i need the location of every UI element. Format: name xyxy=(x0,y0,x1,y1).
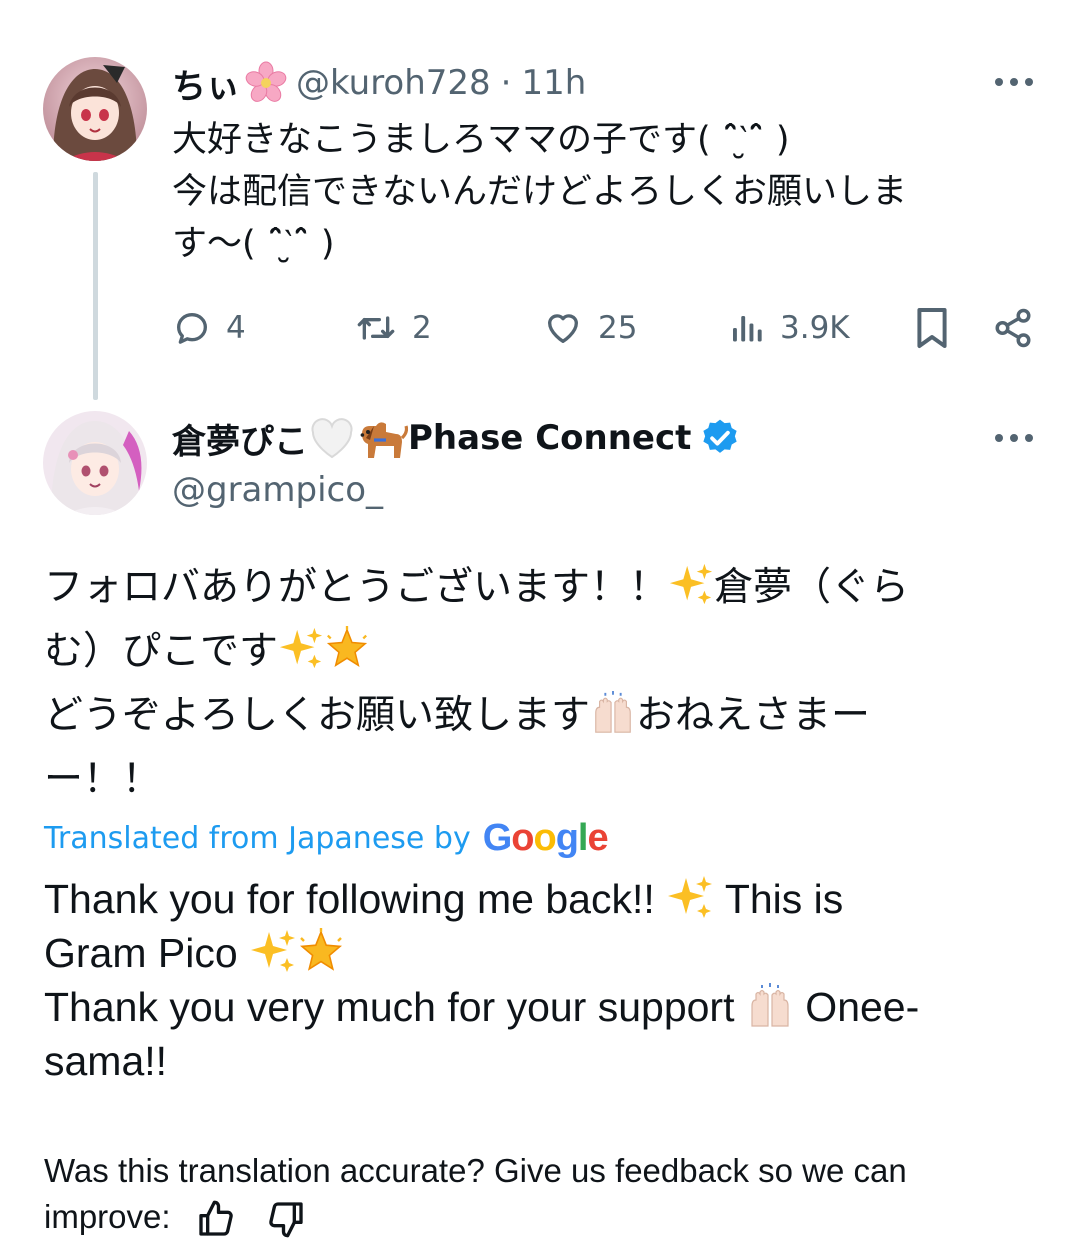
translation-segment: Onee- xyxy=(805,984,920,1030)
google-letter: g xyxy=(555,816,579,859)
translation-attribution: Translated from Japanese by Google xyxy=(44,814,609,862)
repost-arrows-icon xyxy=(357,316,395,340)
like-button[interactable]: 25 xyxy=(542,300,637,356)
reply-count: 4 xyxy=(226,310,246,346)
speech-bubble-icon xyxy=(177,313,207,344)
feedback-prompt-end: improve: xyxy=(44,1198,171,1235)
translation-feedback: Was this translation accurate? Give us f… xyxy=(44,1148,1044,1240)
more-dots-icon xyxy=(995,434,1003,442)
raising-hands-icon xyxy=(595,690,631,733)
original-text-segment: フォロバありがとうございます！！ xyxy=(44,565,669,610)
thumbs-up-icon xyxy=(199,1200,233,1236)
reply-text-line: す〜( ˆ̑‵̮ˆ̑ ) xyxy=(172,224,335,264)
reply-text-line: 今は配信できないんだけどよろしくお願いしま xyxy=(172,172,908,212)
google-letter: o xyxy=(511,816,534,859)
raising-hands-icon xyxy=(751,983,789,1027)
thumbs-up-button[interactable] xyxy=(196,1199,236,1239)
reply-timestamp[interactable]: 11h xyxy=(521,63,586,103)
translation-segment: sama!! xyxy=(44,1038,168,1084)
bookmark-button[interactable] xyxy=(914,300,950,356)
translation-segment: Gram Pico xyxy=(44,930,238,976)
sparkles-icon xyxy=(251,930,296,972)
original-text-segment: ー！！ xyxy=(44,757,162,802)
google-letter: G xyxy=(482,816,513,859)
main-author-handle[interactable]: @grampico_ xyxy=(172,470,383,510)
views-count: 3.9K xyxy=(780,310,850,346)
heart-icon xyxy=(548,314,578,343)
main-tweet-original-text: フォロバありがとうございます！！ 倉夢（ぐら む）ぴこです どうぞよろしくお願い致… xyxy=(44,556,1044,812)
thumbs-down-icon xyxy=(268,1202,303,1238)
thumbs-down-button[interactable] xyxy=(266,1199,306,1239)
reply-more-options-button[interactable] xyxy=(992,72,1036,92)
main-author-affiliation[interactable]: Phase Connect xyxy=(408,418,691,458)
original-text-segment: 倉夢（ぐら xyxy=(714,565,910,610)
reply-text-line: 大好きなこうましろママの子です( ˆ̑‵̮ˆ̑ ) xyxy=(172,120,790,160)
reply-button[interactable]: 4 xyxy=(172,300,246,356)
white-heart-icon xyxy=(311,418,353,459)
original-text-segment: どうぞよろしくお願い致します xyxy=(44,693,591,738)
repost-button[interactable]: 2 xyxy=(354,300,432,356)
main-tweet-translation: Thank you for following me back!! This i… xyxy=(44,872,1044,1088)
original-text-segment: む）ぴこです xyxy=(44,629,279,674)
cherry-blossom-icon xyxy=(245,61,287,102)
glowing-star-icon xyxy=(300,928,343,971)
dog-icon xyxy=(360,422,408,458)
reply-tweet-text: 大好きなこうましろママの子です( ˆ̑‵̮ˆ̑ ) 今は配信できないんだけどよろ… xyxy=(172,114,1052,270)
translation-segment: Thank you for following me back!! xyxy=(44,876,655,922)
thread-connector-line xyxy=(93,172,98,400)
verified-badge-icon[interactable] xyxy=(699,417,741,459)
main-tweet-name-row: 倉夢ぴこ Phase Connect xyxy=(172,412,741,464)
translation-segment: Thank you very much for your support xyxy=(44,984,735,1030)
original-text-segment: おねえさまー xyxy=(636,693,871,738)
reply-tweet-header: ちぃ @kuroh728 · 11h xyxy=(172,59,586,108)
more-dots-icon xyxy=(995,78,1003,86)
sparkles-icon xyxy=(668,876,713,918)
views-button[interactable]: 3.9K xyxy=(730,300,850,356)
bar-chart-icon xyxy=(733,316,762,342)
glowing-star-icon xyxy=(326,626,368,667)
google-logo: Google xyxy=(482,816,609,860)
google-letter: o xyxy=(533,816,556,859)
share-button[interactable] xyxy=(992,300,1034,356)
main-author-name[interactable]: 倉夢ぴこ xyxy=(172,414,308,463)
reply-author-name[interactable]: ちぃ xyxy=(172,59,240,108)
translation-segment: This is xyxy=(724,876,844,922)
repost-count: 2 xyxy=(412,310,432,346)
share-icon xyxy=(995,308,1031,348)
header-separator: · xyxy=(500,63,512,103)
main-more-options-button[interactable] xyxy=(992,428,1036,448)
sparkles-icon xyxy=(279,627,323,669)
reply-action-bar: 4 2 25 3.9K xyxy=(170,300,1040,356)
translated-from-label[interactable]: Translated from Japanese by xyxy=(44,821,471,856)
sparkles-icon xyxy=(669,563,713,605)
reply-author-avatar[interactable] xyxy=(43,57,147,161)
feedback-prompt: Was this translation accurate? Give us f… xyxy=(44,1152,907,1189)
reply-author-handle[interactable]: @kuroh728 xyxy=(296,63,491,103)
bookmark-icon xyxy=(917,308,947,348)
main-author-avatar[interactable] xyxy=(43,411,147,515)
google-letter: e xyxy=(587,816,608,859)
like-count: 25 xyxy=(598,310,638,346)
